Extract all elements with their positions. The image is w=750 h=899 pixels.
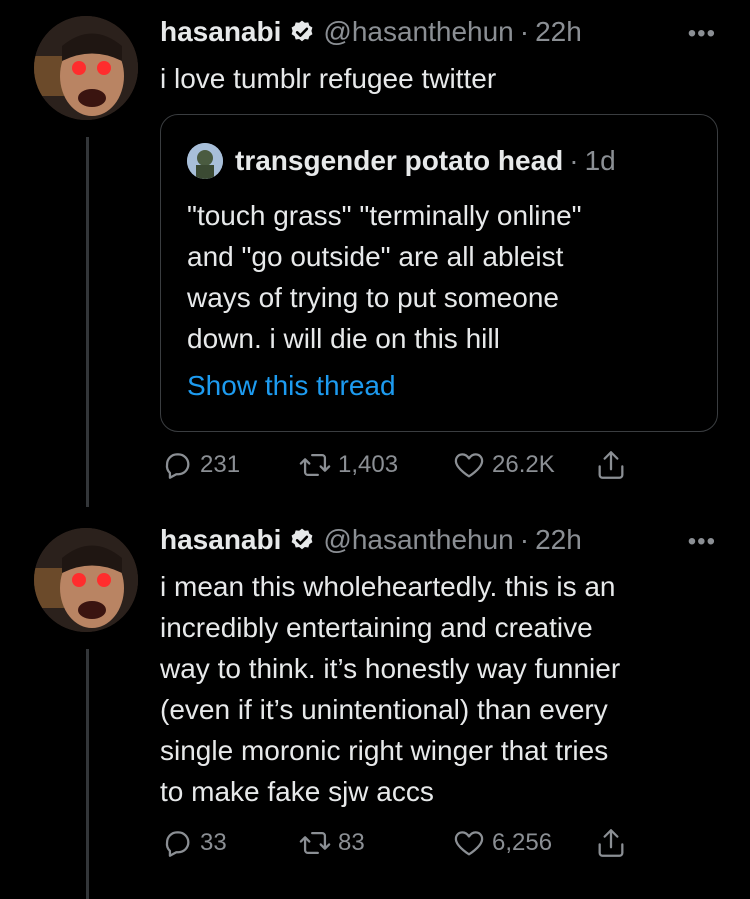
share-button[interactable] (594, 826, 634, 860)
display-name[interactable]: hasanabi (160, 16, 281, 48)
share-icon (598, 829, 624, 857)
thread-line (86, 649, 89, 899)
retweet-icon (299, 453, 331, 477)
like-icon (454, 831, 484, 856)
separator-dot: · (519, 16, 530, 47)
action-bar: 231 1,403 26.2K (160, 448, 680, 488)
quote-timestamp[interactable]: 1d (585, 145, 616, 177)
reply-count: 33 (200, 829, 227, 856)
retweet-button[interactable]: 83 (298, 826, 365, 860)
tweet-text-line: way to think. it’s honestly way funnier (160, 653, 621, 684)
tweet-text-line: to make fake sjw accs (160, 776, 434, 807)
timestamp[interactable]: 22h (535, 524, 582, 556)
tweet-header: hasanabi @hasanthehun · 22h (160, 524, 582, 556)
avatar[interactable] (34, 16, 138, 120)
quote-display-name[interactable]: transgender potato head (235, 145, 563, 177)
reply-count: 231 (200, 451, 241, 478)
share-button[interactable] (594, 448, 634, 482)
tweet-text: i mean this wholeheartedly. this is an i… (160, 566, 620, 812)
verified-badge-icon (289, 19, 315, 45)
retweet-icon (299, 831, 331, 855)
reply-icon (165, 453, 190, 479)
quote-header: transgender potato head · 1d (187, 143, 616, 179)
avatar-image (34, 528, 138, 632)
reply-button[interactable]: 33 (160, 826, 227, 860)
quote-text-line: "touch grass" "terminally online" (187, 200, 582, 231)
display-name[interactable]: hasanabi (160, 524, 281, 556)
verified-badge-icon (289, 527, 315, 553)
tweet-text: i love tumblr refugee twitter (160, 63, 497, 94)
more-icon[interactable]: ••• (688, 20, 716, 48)
separator-dot: · (519, 524, 530, 555)
like-button[interactable]: 6,256 (452, 826, 552, 860)
reply-icon (165, 831, 190, 857)
reply-button[interactable]: 231 (160, 448, 240, 482)
action-bar: 33 83 6,256 (160, 826, 680, 866)
avatar[interactable] (34, 528, 138, 632)
tweet-text-line: single moronic right winger that tries (160, 735, 609, 766)
tweet-text-line: incredibly entertaining and creative (160, 612, 593, 643)
quote-text: "touch grass" "terminally online" and "g… (187, 195, 687, 359)
like-icon (454, 453, 484, 478)
thread-line (86, 137, 89, 507)
handle[interactable]: @hasanthehun (323, 524, 513, 556)
tweet-header: hasanabi @hasanthehun · 22h (160, 16, 582, 48)
separator-dot: · (569, 145, 579, 176)
retweet-button[interactable]: 1,403 (298, 448, 398, 482)
more-icon[interactable]: ••• (688, 528, 716, 556)
tweet-1[interactable]: hasanabi @hasanthehun · 22h ••• i love t… (0, 0, 750, 507)
show-thread-link[interactable]: Show this thread (187, 370, 396, 402)
like-button[interactable]: 26.2K (452, 448, 555, 482)
like-count: 26.2K (492, 451, 555, 478)
tweet-2[interactable]: hasanabi @hasanthehun · 22h ••• i mean t… (0, 512, 750, 899)
share-icon (598, 451, 624, 479)
like-count: 6,256 (492, 829, 553, 856)
tweet-text-line: i mean this wholeheartedly. this is an (160, 571, 616, 602)
quote-text-line: down. i will die on this hill (187, 323, 500, 354)
handle[interactable]: @hasanthehun (323, 16, 513, 48)
retweet-count: 1,403 (338, 451, 399, 478)
timestamp[interactable]: 22h (535, 16, 582, 48)
avatar-image (34, 16, 138, 120)
quote-avatar[interactable] (187, 143, 223, 179)
tweet-text-line: (even if it’s unintentional) than every (160, 694, 608, 725)
quote-tweet[interactable]: transgender potato head · 1d "touch gras… (160, 114, 718, 432)
quote-text-line: and "go outside" are all ableist (187, 241, 564, 272)
retweet-count: 83 (338, 829, 365, 856)
quote-text-line: ways of trying to put someone (187, 282, 559, 313)
